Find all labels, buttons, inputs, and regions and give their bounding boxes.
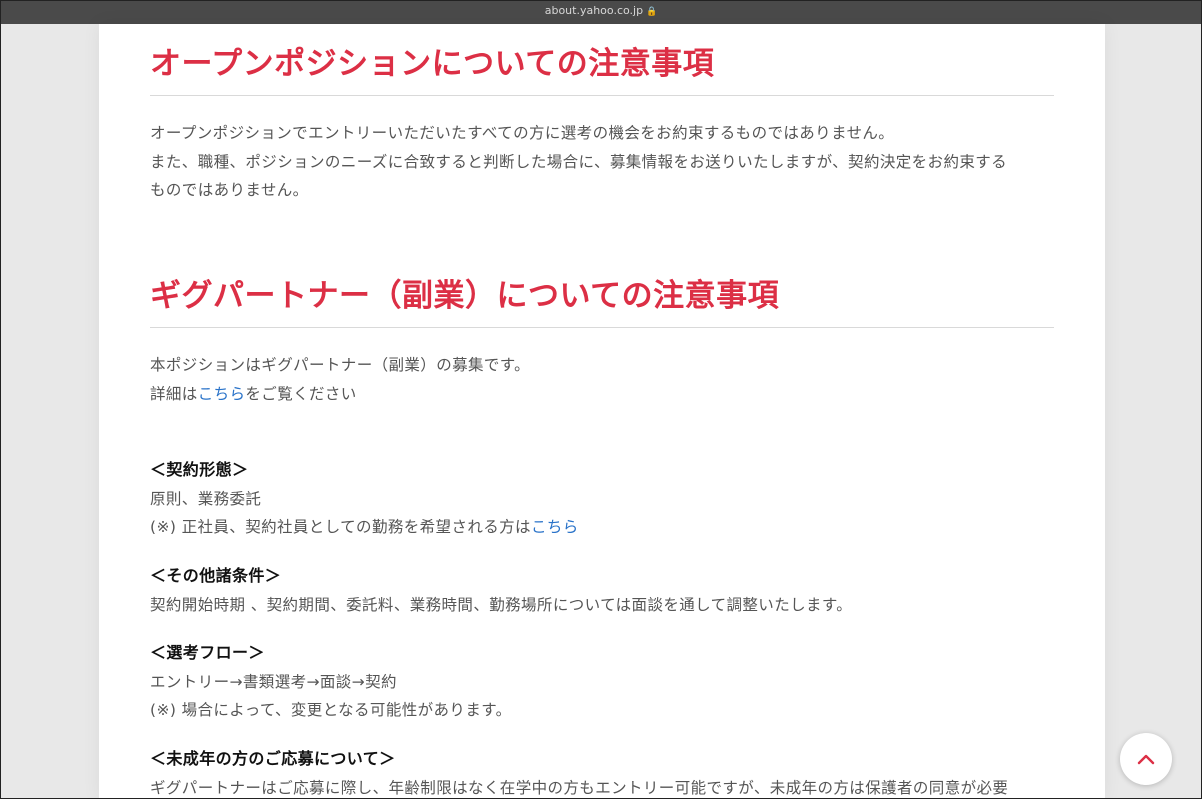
browser-frame: about.yahoo.co.jp 🔒 オープンポジションについての注意事項 オー… (0, 0, 1202, 799)
lock-icon: 🔒 (646, 7, 658, 17)
url-bar[interactable]: about.yahoo.co.jp 🔒 (1, 1, 1201, 24)
open-position-notes: オープンポジションでエントリーいただいたすべての方に選考の機会をお約束するもので… (150, 119, 1060, 205)
details-suffix: をご覧ください (245, 384, 357, 403)
gig-partner-title: ギグパートナー（副業）についての注意事項 (150, 270, 1054, 328)
page-content: オープンポジションについての注意事項 オープンポジションでエントリーいただいたす… (99, 24, 1105, 798)
other-conditions-line-1: 契約開始時期 、契約期間、委託料、業務時間、勤務場所については面談を通して調整い… (150, 595, 853, 614)
contract-type-line-1: 原則、業務委託 (150, 489, 262, 508)
contract-type-heading: ＜契約形態＞ (150, 460, 249, 479)
other-conditions-block: ＜その他諸条件＞ 契約開始時期 、契約期間、委託料、業務時間、勤務場所については… (150, 562, 1060, 619)
minor-applicants-heading: ＜未成年の方のご応募について＞ (150, 749, 396, 768)
url-text: about.yahoo.co.jp (544, 4, 644, 17)
minor-applicants-block: ＜未成年の方のご応募について＞ ギグパートナーはご応募に際し、年齢制限はなく在学… (150, 745, 1060, 798)
gig-partner-line-1: 本ポジションはギグパートナー（副業）の募集です。 (150, 356, 531, 374)
other-conditions-heading: ＜その他諸条件＞ (150, 566, 282, 585)
selection-flow-block: ＜選考フロー＞ エントリー→書類選考→面談→契約 (※) 場合によって、変更とな… (150, 639, 1060, 725)
selection-flow-line-1: エントリー→書類選考→面談→契約 (150, 672, 397, 691)
open-position-line-3: ものではありません。 (150, 181, 309, 199)
gig-partner-line-2: 詳細はこちらをご覧ください (150, 380, 1060, 409)
gig-partner-notes: 本ポジションはギグパートナー（副業）の募集です。 詳細はこちらをご覧ください (150, 351, 1060, 408)
chevron-up-icon (1137, 754, 1155, 765)
contract-type-block: ＜契約形態＞ 原則、業務委託 (※) 正社員、契約社員としての勤務を希望される方… (150, 456, 1060, 542)
selection-flow-heading: ＜選考フロー＞ (150, 643, 265, 662)
details-link[interactable]: こちら (198, 385, 246, 403)
selection-flow-line-2: (※) 場合によって、変更となる可能性があります。 (150, 701, 512, 719)
employee-link[interactable]: こちら (531, 518, 579, 536)
contract-type-line-2: (※) 正社員、契約社員としての勤務を希望される方はこちら (150, 513, 1060, 542)
open-position-line-1: オープンポジションでエントリーいただいたすべての方に選考の機会をお約束するもので… (150, 124, 895, 142)
scroll-to-top-button[interactable] (1120, 733, 1172, 785)
employee-note-text: (※) 正社員、契約社員としての勤務を希望される方は (150, 518, 531, 536)
open-position-line-2: また、職種、ポジションのニーズに合致すると判断した場合に、募集情報をお送りいたし… (150, 152, 1008, 171)
details-prefix: 詳細は (150, 384, 198, 403)
open-position-title: オープンポジションについての注意事項 (150, 38, 1054, 96)
minor-applicants-line-1: ギグパートナーはご応募に際し、年齢制限はなく在学中の方もエントリー可能ですが、未… (150, 778, 1009, 797)
